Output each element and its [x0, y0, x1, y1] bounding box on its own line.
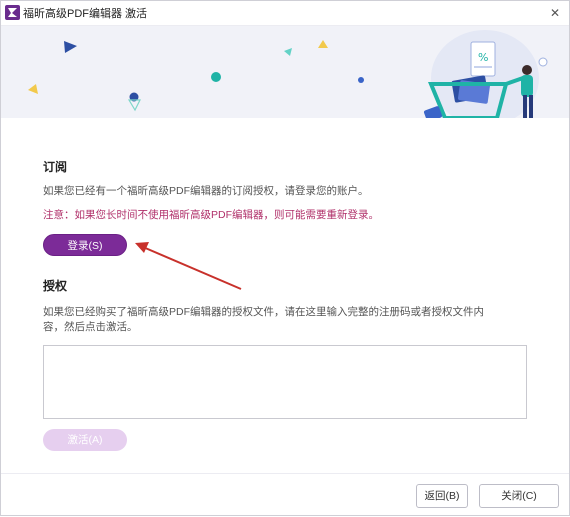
login-button[interactable]: 登录(S)	[43, 234, 127, 256]
svg-text:%: %	[478, 51, 488, 64]
license-heading: 授权	[43, 279, 68, 293]
shopping-cart-illustration: %	[423, 30, 548, 118]
app-logo-icon	[5, 5, 20, 20]
banner-illustration: %	[28, 30, 548, 118]
license-key-input[interactable]	[43, 345, 527, 419]
activate-button[interactable]: 激活(A)	[43, 429, 127, 451]
license-description-line1: 如果您已经购买了福昕高级PDF编辑器的授权文件，请在这里输入完整的注册码或者授权…	[43, 306, 484, 318]
license-description-line2: 容，然后点击激活。	[43, 321, 138, 333]
close-button[interactable]: 关闭(C)	[479, 484, 559, 508]
footer-divider	[1, 473, 569, 474]
subscription-heading: 订阅	[43, 160, 68, 174]
subscription-description: 如果您已经有一个福昕高级PDF编辑器的订阅授权，请登录您的账户。	[43, 185, 369, 197]
close-icon[interactable]: ✕	[545, 3, 565, 23]
title-bar[interactable]: 福昕高级PDF编辑器 激活 ✕	[1, 1, 569, 26]
back-button[interactable]: 返回(B)	[416, 484, 468, 508]
header-banner: %	[1, 26, 569, 118]
window-title: 福昕高级PDF编辑器 激活	[23, 8, 148, 20]
activation-dialog: 福昕高级PDF编辑器 激活 ✕ % 订阅 如果您已经有一个福昕高级PDF编辑器的…	[0, 0, 570, 516]
relogin-note: 注意：如果您长时间不使用福昕高级PDF编辑器，则可能需要重新登录。	[43, 209, 379, 221]
